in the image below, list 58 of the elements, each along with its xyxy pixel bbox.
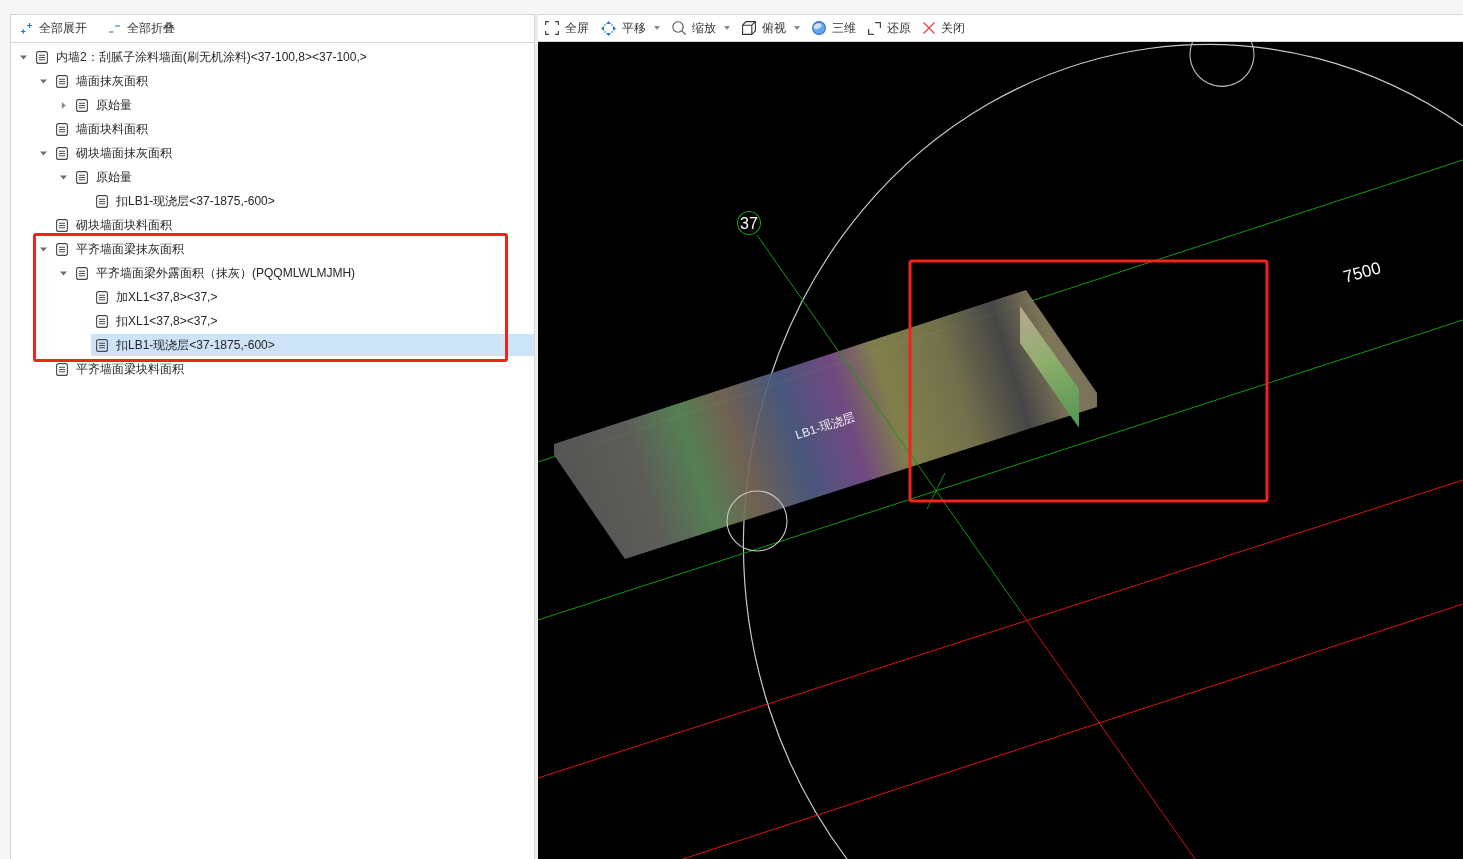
tree-item[interactable]: 内墙2：刮腻子涂料墙面(刷无机涂料)<37-100,8><37-100,>: [31, 46, 372, 68]
magnifier-icon: [672, 21, 686, 35]
sphere-icon: [812, 21, 826, 35]
document-icon: [56, 362, 68, 376]
document-icon: [56, 122, 68, 136]
document-icon: [76, 266, 88, 280]
corner-brackets-icon: [868, 21, 881, 35]
caret-icon[interactable]: [60, 269, 67, 277]
zoom-button[interactable]: 缩放: [670, 17, 732, 39]
caret-icon[interactable]: [40, 77, 47, 85]
fullscreen-icon: [545, 21, 559, 35]
expand-all-button[interactable]: 全部展开: [19, 17, 89, 40]
document-icon: [76, 170, 88, 184]
document-icon: [96, 338, 108, 352]
tick-mark: [926, 472, 946, 510]
document-icon: [76, 98, 88, 112]
close-icon: [923, 22, 935, 34]
cube-icon: [742, 21, 756, 35]
tree-item[interactable]: 加XL1<37,8><37,>: [91, 286, 223, 308]
caret-icon[interactable]: [60, 101, 67, 109]
document-icon: [56, 146, 68, 160]
caret-icon[interactable]: [20, 53, 27, 61]
restore-button[interactable]: 还原: [866, 17, 913, 39]
tree-item[interactable]: 砌块墙面块料面积: [51, 214, 177, 236]
tree-item[interactable]: 砌块墙面抹灰面积: [51, 142, 177, 164]
tree-item[interactable]: 扣LB1-现浇层<37-1875,-600>: [91, 190, 280, 212]
document-icon: [96, 290, 108, 304]
tree-item[interactable]: 平齐墙面梁外露面积（抹灰）(PQQMLWLMJMH): [71, 262, 361, 284]
slab-label: LB1-现浇层: [793, 409, 857, 443]
axis-bubble: 37: [736, 210, 762, 236]
tree-item[interactable]: 平齐墙面梁块料面积: [51, 358, 189, 380]
document-icon: [96, 314, 108, 328]
fullscreen-button[interactable]: 全屏: [543, 17, 591, 39]
close-button[interactable]: 关闭: [921, 17, 967, 39]
caret-icon[interactable]: [40, 245, 47, 253]
document-icon: [96, 194, 108, 208]
tree-item[interactable]: 墙面块料面积: [51, 118, 153, 140]
collapse-all-icon: [109, 24, 120, 33]
document-icon: [56, 242, 68, 256]
caret-icon[interactable]: [40, 149, 47, 157]
tree-item[interactable]: 原始量: [71, 94, 137, 116]
collapse-all-button[interactable]: 全部折叠: [107, 17, 177, 40]
tree-item[interactable]: 墙面抹灰面积: [51, 70, 153, 92]
document-icon: [36, 50, 48, 64]
caret-icon[interactable]: [60, 173, 67, 181]
tree-item[interactable]: 平齐墙面梁抹灰面积: [51, 238, 189, 260]
top-view-button[interactable]: 俯视: [740, 17, 802, 39]
pan-button[interactable]: 平移: [599, 17, 662, 39]
document-icon: [56, 218, 68, 232]
three-d-view-button[interactable]: 三维: [810, 17, 858, 39]
tree-item[interactable]: 原始量: [71, 166, 137, 188]
dimension-label: 7500: [1341, 258, 1383, 287]
expand-all-icon: [21, 23, 32, 34]
document-icon: [56, 74, 68, 88]
move-arrows-icon: [601, 20, 616, 36]
tree-item[interactable]: 扣LB1-现浇层<37-1875,-600>: [91, 334, 534, 356]
circle-marker: [726, 490, 788, 552]
tree-item[interactable]: 扣XL1<37,8><37,>: [91, 310, 223, 332]
